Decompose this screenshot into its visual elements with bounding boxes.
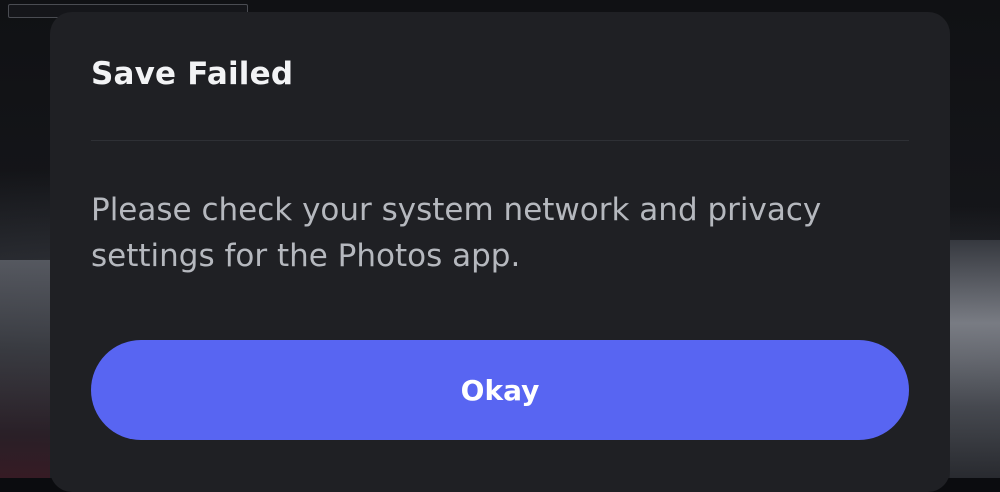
okay-button[interactable]: Okay bbox=[91, 340, 909, 440]
dialog-message: Please check your system network and pri… bbox=[91, 192, 822, 274]
dialog-divider bbox=[91, 140, 909, 141]
background-scene-right bbox=[950, 240, 1000, 478]
save-failed-dialog: Save Failed Please check your system net… bbox=[50, 12, 950, 492]
dialog-title: Save Failed bbox=[91, 56, 294, 92]
background-scene-left bbox=[0, 260, 50, 478]
